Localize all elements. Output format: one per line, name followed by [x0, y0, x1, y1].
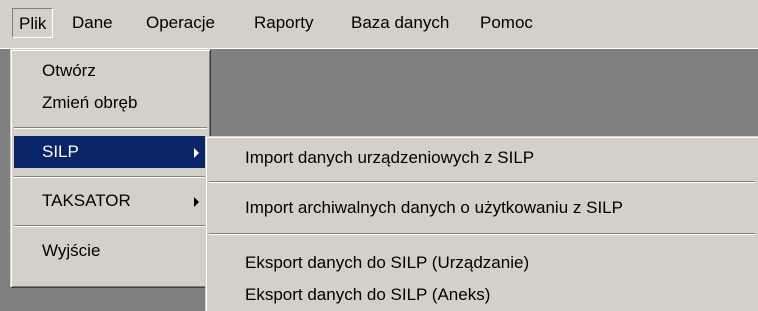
menu-pomoc[interactable]: Pomoc [474, 8, 539, 38]
menu-baza-danych[interactable]: Baza danych [345, 8, 455, 38]
menu-separator [14, 127, 207, 129]
menu-separator [14, 225, 207, 227]
menu-separator [209, 181, 755, 183]
menu-item-silp-label: SILP [42, 142, 79, 161]
menu-item-taksator-label: TAKSATOR [42, 191, 131, 210]
menu-item-taksator[interactable]: TAKSATOR [14, 185, 207, 217]
submenu-item-eksport-aneks[interactable]: Eksport danych do SILP (Aneks) [209, 279, 755, 311]
menu-operacje[interactable]: Operacje [140, 8, 221, 38]
menu-plik[interactable]: Plik [12, 8, 54, 38]
submenu-item-import-archiwalnych[interactable]: Import archiwalnych danych o użytkowaniu… [209, 192, 755, 224]
menu-bar: Plik Dane Operacje Raporty Baza danych P… [0, 0, 758, 49]
submenu-item-eksport-urzadzanie[interactable]: Eksport danych do SILP (Urządzanie) [209, 247, 755, 279]
menu-separator [209, 233, 755, 235]
silp-submenu: Import danych urządzeniowych z SILP Impo… [205, 136, 758, 311]
menu-separator [14, 176, 207, 178]
menu-item-silp[interactable]: SILP [14, 136, 207, 168]
file-menu: Otwórz Zmień obręb SILP TAKSATOR Wyjście [10, 49, 210, 287]
menu-dane[interactable]: Dane [66, 8, 119, 38]
menu-item-wyjscie[interactable]: Wyjście [14, 235, 207, 267]
menu-item-otworz[interactable]: Otwórz [14, 55, 207, 87]
submenu-arrow-icon [194, 148, 199, 158]
menu-raporty[interactable]: Raporty [248, 8, 320, 38]
submenu-item-import-urzadzeniowych[interactable]: Import danych urządzeniowych z SILP [209, 142, 755, 174]
menu-item-zmien-obreb[interactable]: Zmień obręb [14, 87, 207, 119]
submenu-arrow-icon [194, 197, 199, 207]
